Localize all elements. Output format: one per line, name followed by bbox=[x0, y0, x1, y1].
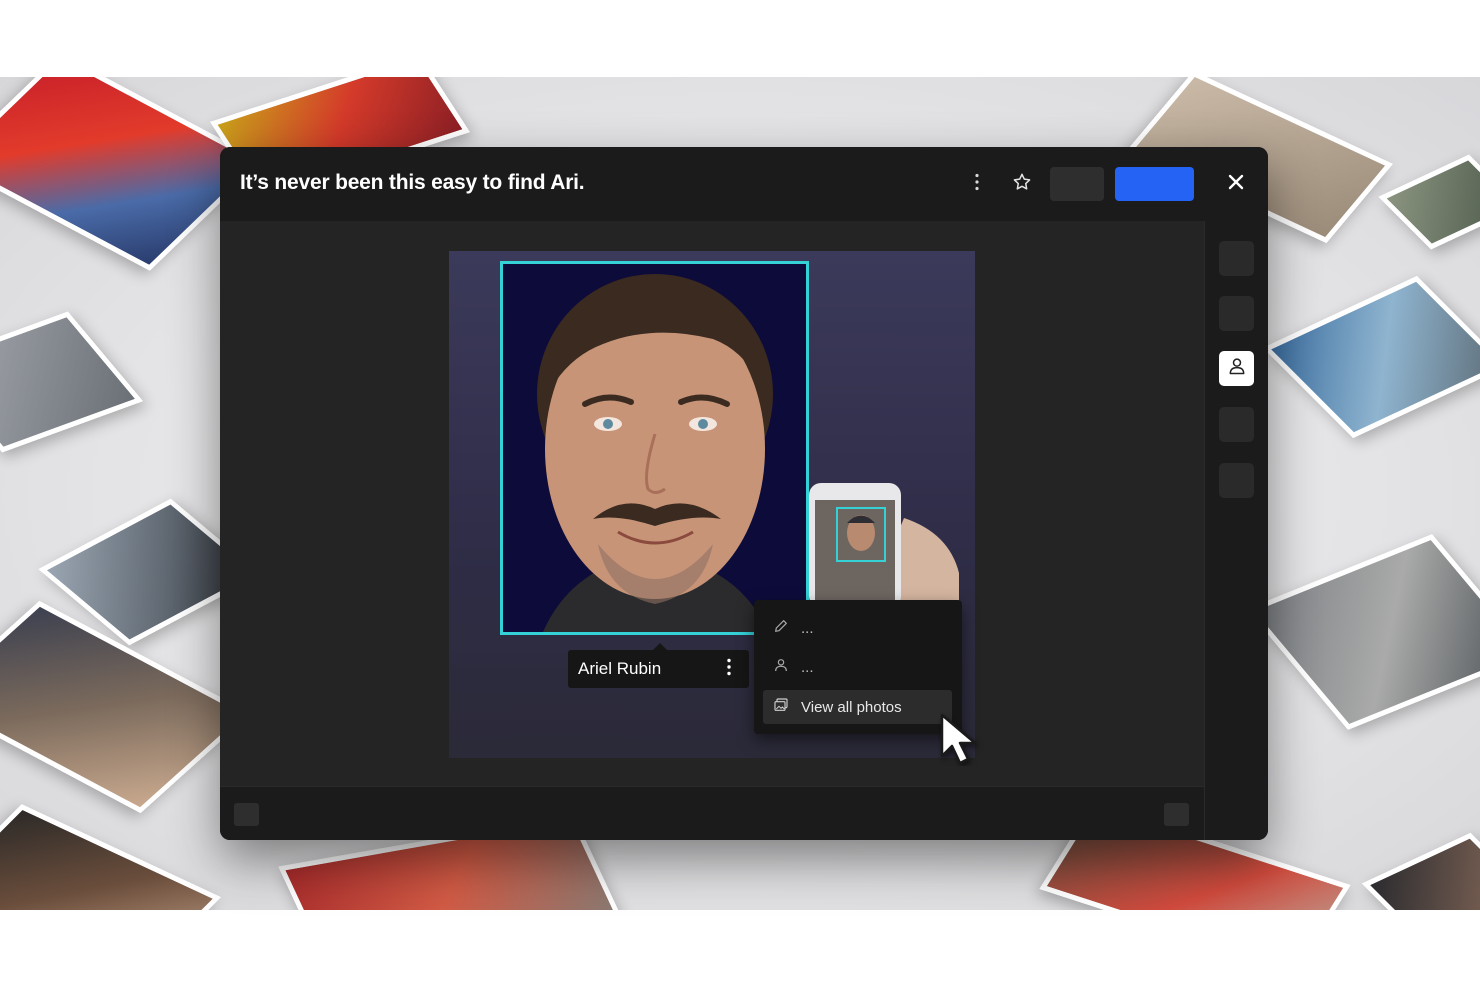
menu-item-edit[interactable]: ... bbox=[763, 611, 952, 645]
name-tag-pointer bbox=[653, 643, 667, 650]
name-tag-more-button[interactable] bbox=[717, 656, 741, 682]
person-icon bbox=[773, 657, 789, 678]
gallery-icon bbox=[773, 697, 789, 718]
favorite-button[interactable] bbox=[1008, 169, 1036, 199]
footer-button-right[interactable] bbox=[1164, 803, 1189, 826]
toolbar-button[interactable] bbox=[1219, 407, 1254, 442]
photo-viewer-modal: It’s never been this easy to find Ari. bbox=[220, 147, 1268, 840]
more-options-button[interactable] bbox=[966, 169, 988, 199]
face-name-tag[interactable]: Ariel Rubin bbox=[568, 650, 749, 688]
photo-canvas bbox=[220, 221, 1204, 786]
menu-item-view-all-photos[interactable]: View all photos bbox=[763, 690, 952, 724]
toolbar-button[interactable] bbox=[1219, 463, 1254, 498]
phone-in-photo bbox=[809, 478, 959, 613]
person-name: Ariel Rubin bbox=[578, 659, 662, 678]
toolbar-button[interactable] bbox=[1219, 241, 1254, 276]
face-detection-box[interactable] bbox=[500, 261, 809, 635]
background-photo bbox=[1378, 154, 1480, 250]
background-photo bbox=[1361, 832, 1480, 910]
background-photo bbox=[1262, 275, 1480, 439]
toolbar-button[interactable] bbox=[1219, 296, 1254, 331]
person-icon bbox=[1227, 356, 1247, 381]
more-vertical-icon bbox=[974, 173, 980, 196]
footer-button-left[interactable] bbox=[234, 803, 259, 826]
modal-footer bbox=[220, 786, 1204, 840]
face-context-menu: ... ... View all photos bbox=[754, 600, 962, 734]
close-button[interactable] bbox=[1222, 169, 1250, 199]
secondary-action-button[interactable] bbox=[1050, 167, 1104, 201]
background-photo bbox=[0, 804, 222, 910]
more-vertical-icon bbox=[726, 658, 732, 681]
background-photo bbox=[1246, 534, 1480, 730]
menu-item-person[interactable]: ... bbox=[763, 650, 952, 684]
modal-header: It’s never been this easy to find Ari. bbox=[220, 147, 1268, 221]
star-icon bbox=[1012, 172, 1032, 197]
background-photo bbox=[0, 311, 144, 453]
pencil-icon bbox=[773, 618, 789, 639]
people-toolbar-button[interactable] bbox=[1219, 351, 1254, 386]
mouse-pointer-icon bbox=[938, 712, 990, 766]
primary-action-button[interactable] bbox=[1115, 167, 1194, 201]
close-icon bbox=[1228, 174, 1244, 195]
modal-title: It’s never been this easy to find Ari. bbox=[240, 171, 585, 194]
right-toolbar bbox=[1204, 221, 1268, 840]
